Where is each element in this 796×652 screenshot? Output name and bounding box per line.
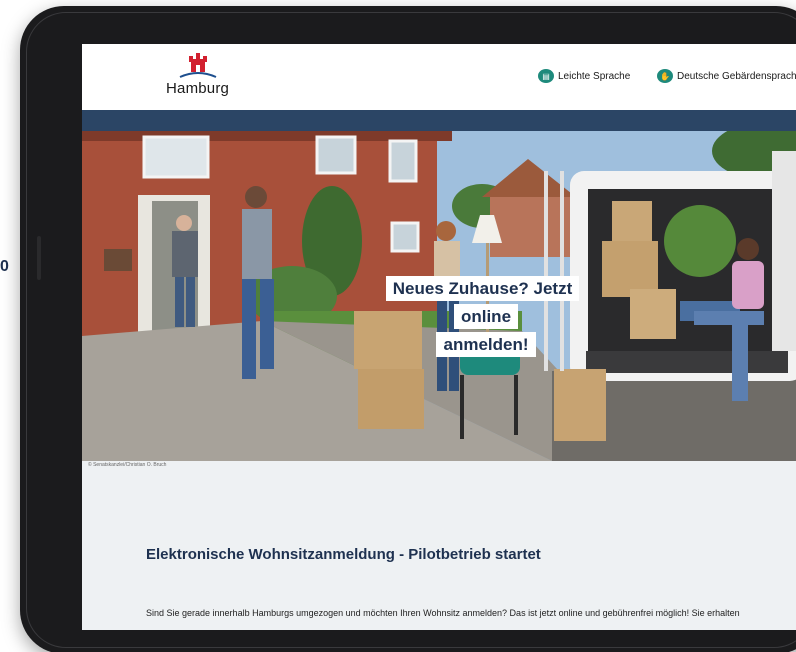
hero-image: Neues Zuhause? Jetzt online anmelden! xyxy=(82,131,796,461)
article-intro-text: Sind Sie gerade innerhalb Hamburgs umgez… xyxy=(146,608,740,618)
easy-language-label: Leichte Sprache xyxy=(558,70,631,82)
tablet-screen: Hamburg ▤ Leichte Sprache ✋ Deutsche Geb… xyxy=(82,44,796,630)
navigation-bar xyxy=(82,110,796,131)
easy-language-link[interactable]: ▤ Leichte Sprache xyxy=(538,69,630,83)
logo-text: Hamburg xyxy=(166,80,230,97)
tablet-frame: Hamburg ▤ Leichte Sprache ✋ Deutsche Geb… xyxy=(20,6,796,652)
hamburg-castle-icon xyxy=(179,53,217,78)
easy-language-icon: ▤ xyxy=(538,69,554,83)
site-header: Hamburg ▤ Leichte Sprache ✋ Deutsche Geb… xyxy=(82,44,796,110)
hero-caption-line-1: Neues Zuhause? Jetzt online xyxy=(385,276,580,329)
hero-caption-line-2: anmelden! xyxy=(436,332,536,357)
cropped-edge-text: 0 xyxy=(0,258,9,275)
sign-language-icon: ✋ xyxy=(657,69,673,83)
sign-language-label: Deutsche Gebärdensprache xyxy=(677,70,796,82)
tablet-side-button xyxy=(37,236,41,280)
sign-language-link[interactable]: ✋ Deutsche Gebärdensprache xyxy=(657,69,796,83)
page-stage: 0 Hamburg ▤ Leichte Sprache ✋ Deutsche G… xyxy=(0,0,796,652)
hero-caption: Neues Zuhause? Jetzt online anmelden! xyxy=(365,276,607,360)
hamburg-logo[interactable]: Hamburg xyxy=(166,53,246,101)
article-title: Elektronische Wohnsitzanmeldung - Pilotb… xyxy=(146,546,541,563)
photo-credit: © Senatskanzlei/Christian O. Bruch xyxy=(88,462,167,468)
